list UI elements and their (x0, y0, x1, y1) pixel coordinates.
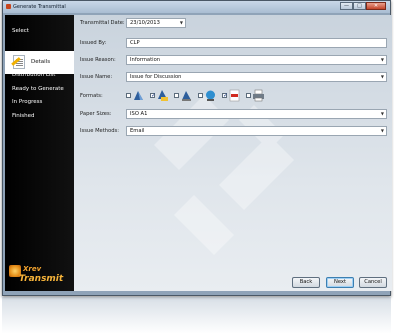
issue-name-select[interactable]: Issue for Discussion ▼ (126, 72, 387, 82)
details-panel: Transmittal Date: 23/10/2013 ▼ Issued By… (74, 15, 392, 291)
sidebar-item-ready-to-generate[interactable]: Ready to Generate (5, 84, 74, 94)
wizard-sidebar: Select Details Distribution List Ready t… (5, 15, 74, 291)
dropdown-arrow-icon: ▼ (380, 111, 384, 116)
cancel-button[interactable]: Cancel (359, 277, 387, 288)
transmittal-date-value: 23/10/2013 (130, 20, 160, 26)
close-button[interactable]: ✕ (366, 2, 386, 10)
issued-by-label: Issued By: (80, 40, 107, 46)
issue-methods-value: Email (130, 128, 145, 134)
issue-methods-label: Issue Methods: (80, 128, 119, 134)
sidebar-item-label: Details (31, 59, 51, 65)
format-web-checkbox[interactable] (198, 93, 203, 98)
paper-sizes-select[interactable]: ISO A1 ▼ (126, 109, 387, 119)
format-pdf-checkbox[interactable] (222, 92, 228, 99)
logo-text-sub: Transmit (19, 274, 64, 284)
issue-reason-value: Information (130, 57, 161, 63)
pdf-icon (229, 89, 240, 102)
paper-sizes-label: Paper Sizes: (80, 111, 112, 117)
issue-reason-label: Issue Reason: (80, 57, 116, 63)
next-button[interactable]: Next (326, 277, 354, 288)
format-dwg-checkbox[interactable] (126, 93, 131, 98)
dwf-icon (158, 90, 168, 101)
dropdown-arrow-icon: ▼ (179, 20, 183, 25)
window-reflection (2, 297, 391, 334)
issue-name-label: Issue Name: (80, 74, 113, 80)
back-button[interactable]: Back (292, 277, 320, 288)
dropdown-arrow-icon: ▼ (380, 74, 384, 79)
issued-by-input[interactable]: CLP (126, 38, 387, 48)
dropdown-arrow-icon: ▼ (380, 57, 384, 62)
xrev-transmit-logo: Xrev Transmit (9, 259, 71, 289)
transmittal-date-picker[interactable]: 23/10/2013 ▼ (126, 18, 186, 28)
issue-reason-select[interactable]: Information ▼ (126, 55, 387, 65)
minimize-button[interactable]: — (340, 2, 353, 10)
generate-transmittal-window: Generate Transmittal — □ ✕ Select Detail… (2, 0, 392, 296)
dwg-icon (134, 91, 143, 100)
printer-icon (253, 89, 264, 102)
sidebar-item-distribution-list[interactable]: Distribution List (5, 70, 74, 80)
issue-methods-select[interactable]: Email ▼ (126, 126, 387, 136)
window-title: Generate Transmittal (13, 4, 66, 10)
app-icon (6, 4, 11, 9)
sidebar-item-finished[interactable]: Finished (5, 111, 74, 121)
dropdown-arrow-icon: ▼ (380, 128, 384, 133)
transmittal-date-label: Transmittal Date: (80, 20, 125, 26)
maximize-button[interactable]: □ (353, 2, 366, 10)
sidebar-item-select[interactable]: Select (5, 26, 74, 36)
issue-name-value: Issue for Discussion (130, 74, 182, 80)
formats-group (126, 89, 276, 103)
dxf-icon (182, 91, 191, 101)
formats-label: Formats: (80, 93, 103, 99)
title-bar[interactable]: Generate Transmittal — □ ✕ (3, 1, 390, 13)
format-dwf-checkbox[interactable] (150, 92, 156, 99)
logo-text: Xrev (23, 265, 42, 273)
sidebar-item-in-progress[interactable]: In Progress (5, 97, 74, 107)
paper-sizes-value: ISO A1 (130, 111, 148, 117)
format-dxf-checkbox[interactable] (174, 93, 179, 98)
globe-icon (206, 90, 215, 101)
format-print-checkbox[interactable] (246, 93, 251, 98)
